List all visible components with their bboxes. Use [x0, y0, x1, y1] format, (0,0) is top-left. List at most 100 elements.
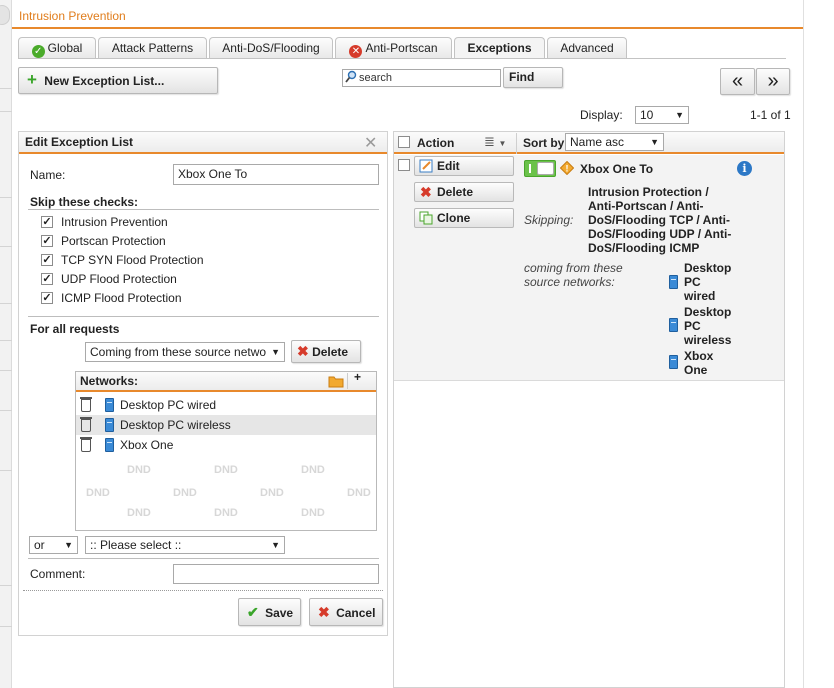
row-checkbox[interactable] [398, 159, 410, 171]
search-input[interactable]: search [342, 69, 501, 87]
tab-attack-patterns[interactable]: Attack Patterns [98, 37, 207, 58]
tab-advanced[interactable]: Advanced [547, 37, 627, 58]
drop-zone-label: DND [260, 487, 284, 499]
page-title: Intrusion Prevention [19, 9, 126, 23]
add-condition-select[interactable]: :: Please select :: ▼ [85, 536, 285, 554]
delete-x-icon: ✖ [420, 184, 432, 200]
column-divider [516, 133, 517, 154]
delete-x-icon: ✖ [297, 343, 309, 359]
check-circle-icon: ✓ [31, 45, 45, 58]
edit-button[interactable]: Edit [414, 156, 514, 176]
new-exception-list-button[interactable]: + New Exception List... [18, 67, 218, 94]
display-count-select[interactable]: 10 ▼ [635, 106, 689, 124]
tab-exceptions[interactable]: Exceptions [454, 37, 545, 59]
search-icon [345, 70, 357, 83]
divider [347, 373, 348, 389]
skipping-label: Skipping: [524, 213, 574, 227]
checkbox-intrusion-prevention[interactable]: ✓ [41, 216, 53, 228]
checkbox-udp-flood[interactable]: ✓ [41, 273, 53, 285]
checkbox-tcp-syn-flood[interactable]: ✓ [41, 254, 53, 266]
network-row[interactable]: Desktop PC wired [76, 395, 376, 415]
column-menu-icon[interactable]: ≣ ▼ [484, 134, 506, 150]
tab-baseline [18, 58, 786, 59]
dotted-divider [23, 590, 383, 591]
dropdown-arrow-icon: ▼ [271, 540, 280, 550]
divider [28, 558, 379, 559]
drop-zone-label: DND [214, 507, 238, 519]
select-all-checkbox[interactable] [398, 136, 410, 148]
delete-button[interactable]: ✖ Delete [414, 182, 514, 202]
clone-icon [419, 211, 433, 225]
check-label: UDP Flood Protection [61, 272, 177, 286]
close-icon[interactable]: ✕ [364, 133, 377, 153]
drop-zone-label: DND [301, 464, 325, 476]
checkmark-icon: ✔ [247, 604, 259, 620]
network-host-icon [669, 318, 678, 332]
sort-by-label: Sort by: [523, 136, 569, 150]
action-column-label: Action [417, 136, 455, 150]
source-network-item: Xbox One [684, 349, 714, 377]
tab-anti-dos-flooding[interactable]: Anti-DoS/Flooding [209, 37, 333, 58]
drop-zone-label: DND [127, 464, 151, 476]
skipping-checks-text: Intrusion Protection / Anti-Portscan / A… [588, 185, 732, 255]
network-row[interactable]: Xbox One [76, 435, 376, 455]
drop-zone-label: DND [301, 507, 325, 519]
edit-pencil-icon [419, 159, 433, 173]
edit-panel-title: Edit Exception List [25, 135, 134, 149]
networks-label: Networks: [80, 374, 139, 388]
network-host-icon [669, 355, 678, 369]
warning-diamond-icon: ! [560, 161, 574, 175]
comment-label: Comment: [30, 567, 86, 581]
checkbox-portscan-protection[interactable]: ✓ [41, 235, 53, 247]
network-host-icon [105, 418, 114, 432]
toggle-on-indicator [529, 164, 531, 173]
display-label: Display: [580, 108, 623, 122]
source-networks-label: coming from these source networks: [524, 261, 623, 289]
drop-zone-label: DND [347, 487, 371, 499]
tab-anti-portscan[interactable]: ✕ Anti-Portscan [335, 37, 452, 58]
network-host-icon [669, 275, 678, 289]
cancel-x-icon: ✖ [318, 604, 330, 620]
trash-icon[interactable] [80, 437, 92, 452]
condition-select[interactable]: Coming from these source netwo ▼ [85, 342, 285, 362]
sort-select[interactable]: Name asc ▼ [565, 133, 664, 151]
folder-icon[interactable] [328, 374, 344, 388]
comment-field[interactable] [173, 564, 379, 584]
exception-name: Xbox One To [580, 162, 654, 176]
save-button[interactable]: ✔ Save [238, 598, 301, 626]
toggle-knob [537, 162, 554, 175]
dropdown-arrow-icon: ▼ [64, 540, 73, 550]
for-all-requests-heading: For all requests [30, 322, 120, 336]
dropdown-arrow-icon: ▼ [675, 110, 684, 120]
trash-icon[interactable] [80, 417, 92, 432]
name-field[interactable]: Xbox One To [173, 164, 379, 185]
check-label: Portscan Protection [61, 234, 166, 248]
check-label: ICMP Flood Protection [61, 291, 182, 305]
checkbox-icmp-flood[interactable]: ✓ [41, 292, 53, 304]
source-network-item: Desktop PC wired [684, 261, 732, 303]
network-host-icon [105, 398, 114, 412]
tab-global[interactable]: ✓ Global [18, 37, 96, 58]
left-sidebar-strip [0, 0, 12, 688]
find-button[interactable]: Find [503, 67, 563, 88]
check-label: TCP SYN Flood Protection [61, 253, 204, 267]
dropdown-arrow-icon: ▼ [269, 343, 280, 361]
or-select[interactable]: or ▼ [29, 536, 78, 554]
network-row-selected[interactable]: Desktop PC wireless [76, 415, 376, 435]
trash-icon[interactable] [80, 397, 92, 412]
right-edge-strip [803, 0, 834, 688]
check-label: Intrusion Prevention [61, 215, 168, 229]
next-page-button[interactable]: » [756, 68, 790, 95]
clone-button[interactable]: Clone [414, 208, 514, 228]
svg-text:!: ! [566, 164, 569, 174]
add-network-plus-icon[interactable]: + [354, 370, 361, 384]
dropdown-arrow-icon: ▼ [650, 137, 659, 147]
drop-zone-label: DND [127, 507, 151, 519]
info-icon[interactable]: i [737, 161, 752, 176]
delete-condition-button[interactable]: ✖ Delete [291, 340, 361, 363]
network-host-icon [105, 438, 114, 452]
cancel-button[interactable]: ✖ Cancel [309, 598, 383, 626]
window-title-bar [12, 0, 803, 29]
previous-page-button[interactable]: « [720, 68, 755, 95]
divider [28, 209, 379, 210]
